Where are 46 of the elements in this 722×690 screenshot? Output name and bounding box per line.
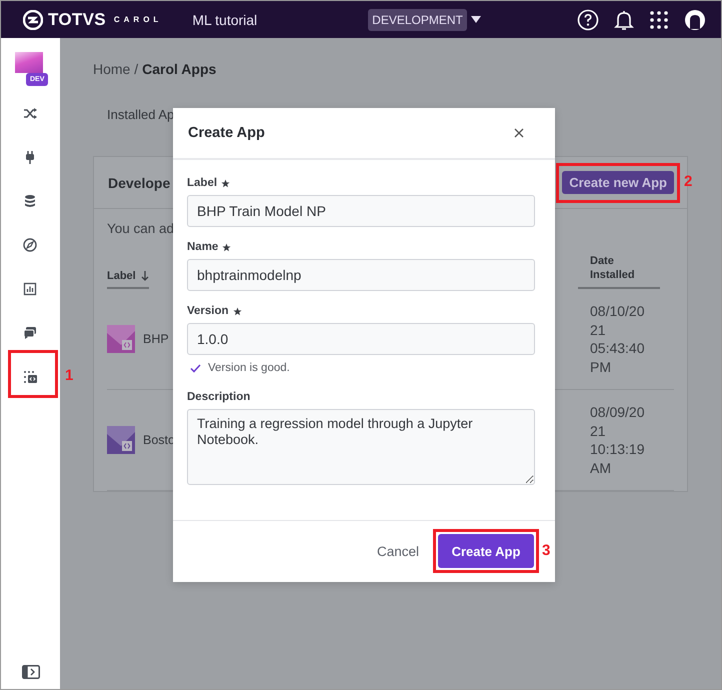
field-label: Label [187,176,218,190]
input-field[interactable]: BHP Train Model NP [187,195,535,227]
logo-text: TOTVS [48,10,106,30]
column-header[interactable]: Date Installed [578,254,660,289]
date-installed: 08/10/2021 05:43:40 PM [590,302,646,376]
callout-number: 2 [684,173,692,190]
validation-message: Version is good. [208,362,290,374]
tab[interactable]: Installed Ap [107,107,174,122]
environment-logo[interactable] [15,52,43,73]
field-label: Name [187,240,218,254]
input-field[interactable]: 1.0.0 [187,323,535,355]
avatar-icon[interactable] [684,8,706,30]
logo-subtext: CAROL [114,15,162,24]
callout-number: 3 [542,542,550,559]
code-grid-icon[interactable] [23,370,38,384]
field-label: Description [187,390,250,404]
dialog-title: Create App [188,125,265,141]
close-icon[interactable] [514,128,524,138]
apps-grid-icon[interactable] [649,10,669,30]
app-label: BHP [143,332,169,346]
caret-icon[interactable] [470,16,481,23]
database-icon[interactable] [23,194,38,208]
create-app-button[interactable]: Create App [438,534,534,568]
cancel-button[interactable]: Cancel [376,544,419,558]
card-title: Develope [108,174,170,190]
help-icon[interactable] [577,8,599,30]
date-installed: 08/09/2021 10:13:19 AM [590,403,646,477]
breadcrumb-link[interactable]: Home / [93,61,138,77]
breadcrumb-current: Carol Apps [142,61,216,77]
chat-icon[interactable] [23,326,38,340]
create-new-app-button[interactable]: Create new App [562,171,674,194]
bar-chart-icon[interactable] [23,282,38,296]
logo-icon [23,10,43,30]
shuffle-icon[interactable] [23,106,38,120]
sidebar-toggle-icon[interactable] [22,665,40,679]
bell-icon[interactable] [614,8,634,30]
input-field[interactable]: bhptrainmodelnp [187,259,535,291]
card-description: You can ad [107,221,176,236]
callout-number: 1 [65,367,74,384]
environment-dropdown[interactable]: DEVELOPMENT [368,8,467,30]
check-icon [190,364,201,372]
field-label: Version [187,304,229,318]
compass-icon[interactable] [23,238,38,252]
description-field[interactable]: Training a regression model through a Jupyter Notebook. [187,409,535,485]
column-header[interactable]: Label [107,254,149,289]
project-name: ML tutorial [192,12,258,28]
